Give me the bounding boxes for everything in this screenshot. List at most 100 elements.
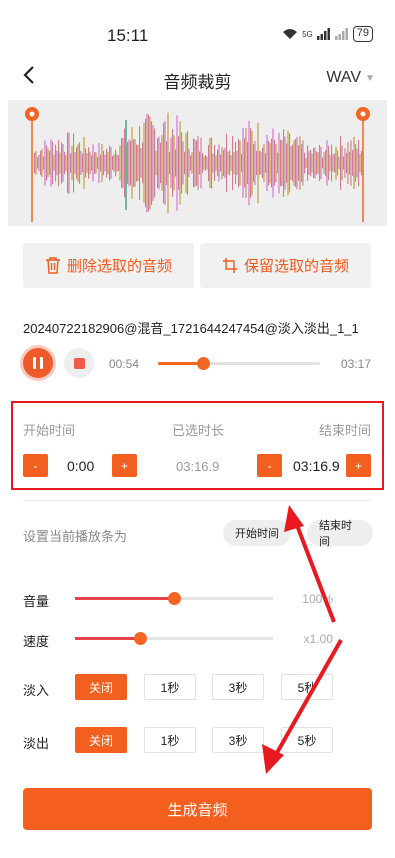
fade-in-option-1s[interactable]: 1秒 <box>144 674 196 700</box>
waveform-bar <box>356 148 358 178</box>
waveform-bar <box>118 155 120 171</box>
waveform-bar <box>71 145 73 181</box>
waveform-bar <box>250 128 252 198</box>
waveform-bar <box>115 149 117 177</box>
waveform-bar <box>80 151 82 175</box>
end-decrement-button[interactable]: - <box>257 454 282 477</box>
waveform-bar <box>179 121 181 205</box>
fade-out-option-5s[interactable]: 5秒 <box>281 727 333 753</box>
waveform-bar <box>73 133 75 193</box>
waveform-bar <box>301 144 303 182</box>
fade-out-option-off[interactable]: 关闭 <box>75 727 127 753</box>
waveform-bar <box>146 113 148 213</box>
waveform-bar <box>229 150 231 176</box>
fade-in-option-off[interactable]: 关闭 <box>75 674 127 700</box>
waveform-bar <box>92 144 94 182</box>
waveform-bar <box>130 140 132 186</box>
volume-value: 100% <box>302 592 333 606</box>
fade-out-option-1s[interactable]: 1秒 <box>144 727 196 753</box>
waveform-bar <box>257 122 259 204</box>
waveform-bar <box>76 147 78 179</box>
top-bar: 音频裁剪 WAV ▼ <box>0 62 395 98</box>
waveform-bar <box>148 114 150 212</box>
waveform-bar <box>263 143 265 183</box>
waveform-bar <box>185 133 187 193</box>
volume-fill <box>75 597 174 600</box>
waveform-bar <box>122 138 124 188</box>
waveform-bar <box>131 127 133 199</box>
waveform-bar <box>62 144 64 182</box>
waveform-editor[interactable] <box>8 100 387 226</box>
divider <box>23 500 371 501</box>
set-end-time-button[interactable]: 结束时间 <box>307 520 373 548</box>
fade-out-option-3s[interactable]: 3秒 <box>212 727 264 753</box>
waveform-bar <box>88 147 90 179</box>
waveform-bar <box>305 158 307 168</box>
waveform-bar <box>170 137 172 189</box>
waveform-bar <box>134 138 136 188</box>
volume-knob[interactable] <box>168 592 181 605</box>
waveform-bar <box>152 125 154 201</box>
speed-slider[interactable] <box>75 632 273 645</box>
duration-label: 已选时长 <box>172 423 225 438</box>
waveform-bar <box>256 150 258 176</box>
waveform-bars <box>34 112 363 214</box>
fade-in-option-3s[interactable]: 3秒 <box>212 674 264 700</box>
waveform-bar <box>178 136 180 190</box>
current-time: 00:54 <box>109 357 140 371</box>
start-decrement-button[interactable]: - <box>23 454 48 477</box>
waveform-bar <box>311 153 313 173</box>
start-handle[interactable] <box>25 107 39 222</box>
format-label: WAV <box>326 69 362 86</box>
volume-slider[interactable] <box>75 592 273 605</box>
waveform-bar <box>310 149 312 177</box>
waveform-bar <box>89 151 91 175</box>
waveform-canvas[interactable] <box>8 100 387 226</box>
status-icons: 5G 79 <box>282 26 373 42</box>
waveform-bar <box>245 127 247 199</box>
waveform-bar <box>61 142 63 184</box>
status-time: 15:11 <box>107 26 149 45</box>
playback-progress-slider[interactable] <box>158 357 320 370</box>
waveform-bar <box>242 128 244 198</box>
waveform-bar <box>109 145 111 181</box>
keep-selection-button[interactable]: 保留选取的音频 <box>200 243 371 288</box>
status-bar: 15:11 5G 79 <box>0 0 395 64</box>
waveform-bar <box>308 151 310 175</box>
waveform-bar <box>128 139 130 187</box>
waveform-bar <box>319 144 321 182</box>
file-name: 20240722182906@混音_1721644247454@淡入淡出_1_1 <box>23 321 359 336</box>
waveform-bar <box>193 138 195 188</box>
waveform-bar <box>82 153 84 173</box>
end-increment-button[interactable]: + <box>346 454 371 477</box>
waveform-bar <box>209 137 211 189</box>
waveform-bar <box>302 140 304 186</box>
speed-knob[interactable] <box>134 632 148 645</box>
waveform-bar <box>205 155 207 171</box>
waveform-bar <box>334 153 336 173</box>
generate-audio-button[interactable]: 生成音频 <box>23 788 372 830</box>
waveform-bar <box>212 153 214 173</box>
waveform-bar <box>232 136 234 190</box>
waveform-bar <box>331 144 333 182</box>
delete-selection-button[interactable]: 删除选取的音频 <box>23 243 194 288</box>
start-increment-button[interactable]: + <box>112 454 137 477</box>
waveform-bar <box>194 139 196 187</box>
fade-in-option-5s[interactable]: 5秒 <box>281 674 333 700</box>
format-selector[interactable]: WAV ▼ <box>326 69 375 87</box>
battery-indicator: 79 <box>352 26 373 42</box>
waveform-bar <box>121 137 123 189</box>
waveform-bar <box>208 144 210 182</box>
waveform-bar <box>110 147 112 179</box>
speed-value: x1.00 <box>303 632 333 646</box>
set-start-time-button[interactable]: 开始时间 <box>223 520 291 546</box>
chevron-down-icon: ▼ <box>365 72 375 84</box>
waveform-bar <box>307 145 309 181</box>
waveform-bar <box>274 140 276 186</box>
waveform-bar <box>221 146 223 180</box>
pause-icon <box>33 357 36 369</box>
pause-button[interactable] <box>23 348 53 378</box>
waveform-bar <box>320 147 322 179</box>
stop-button[interactable] <box>64 348 94 378</box>
progress-knob[interactable] <box>197 357 211 370</box>
